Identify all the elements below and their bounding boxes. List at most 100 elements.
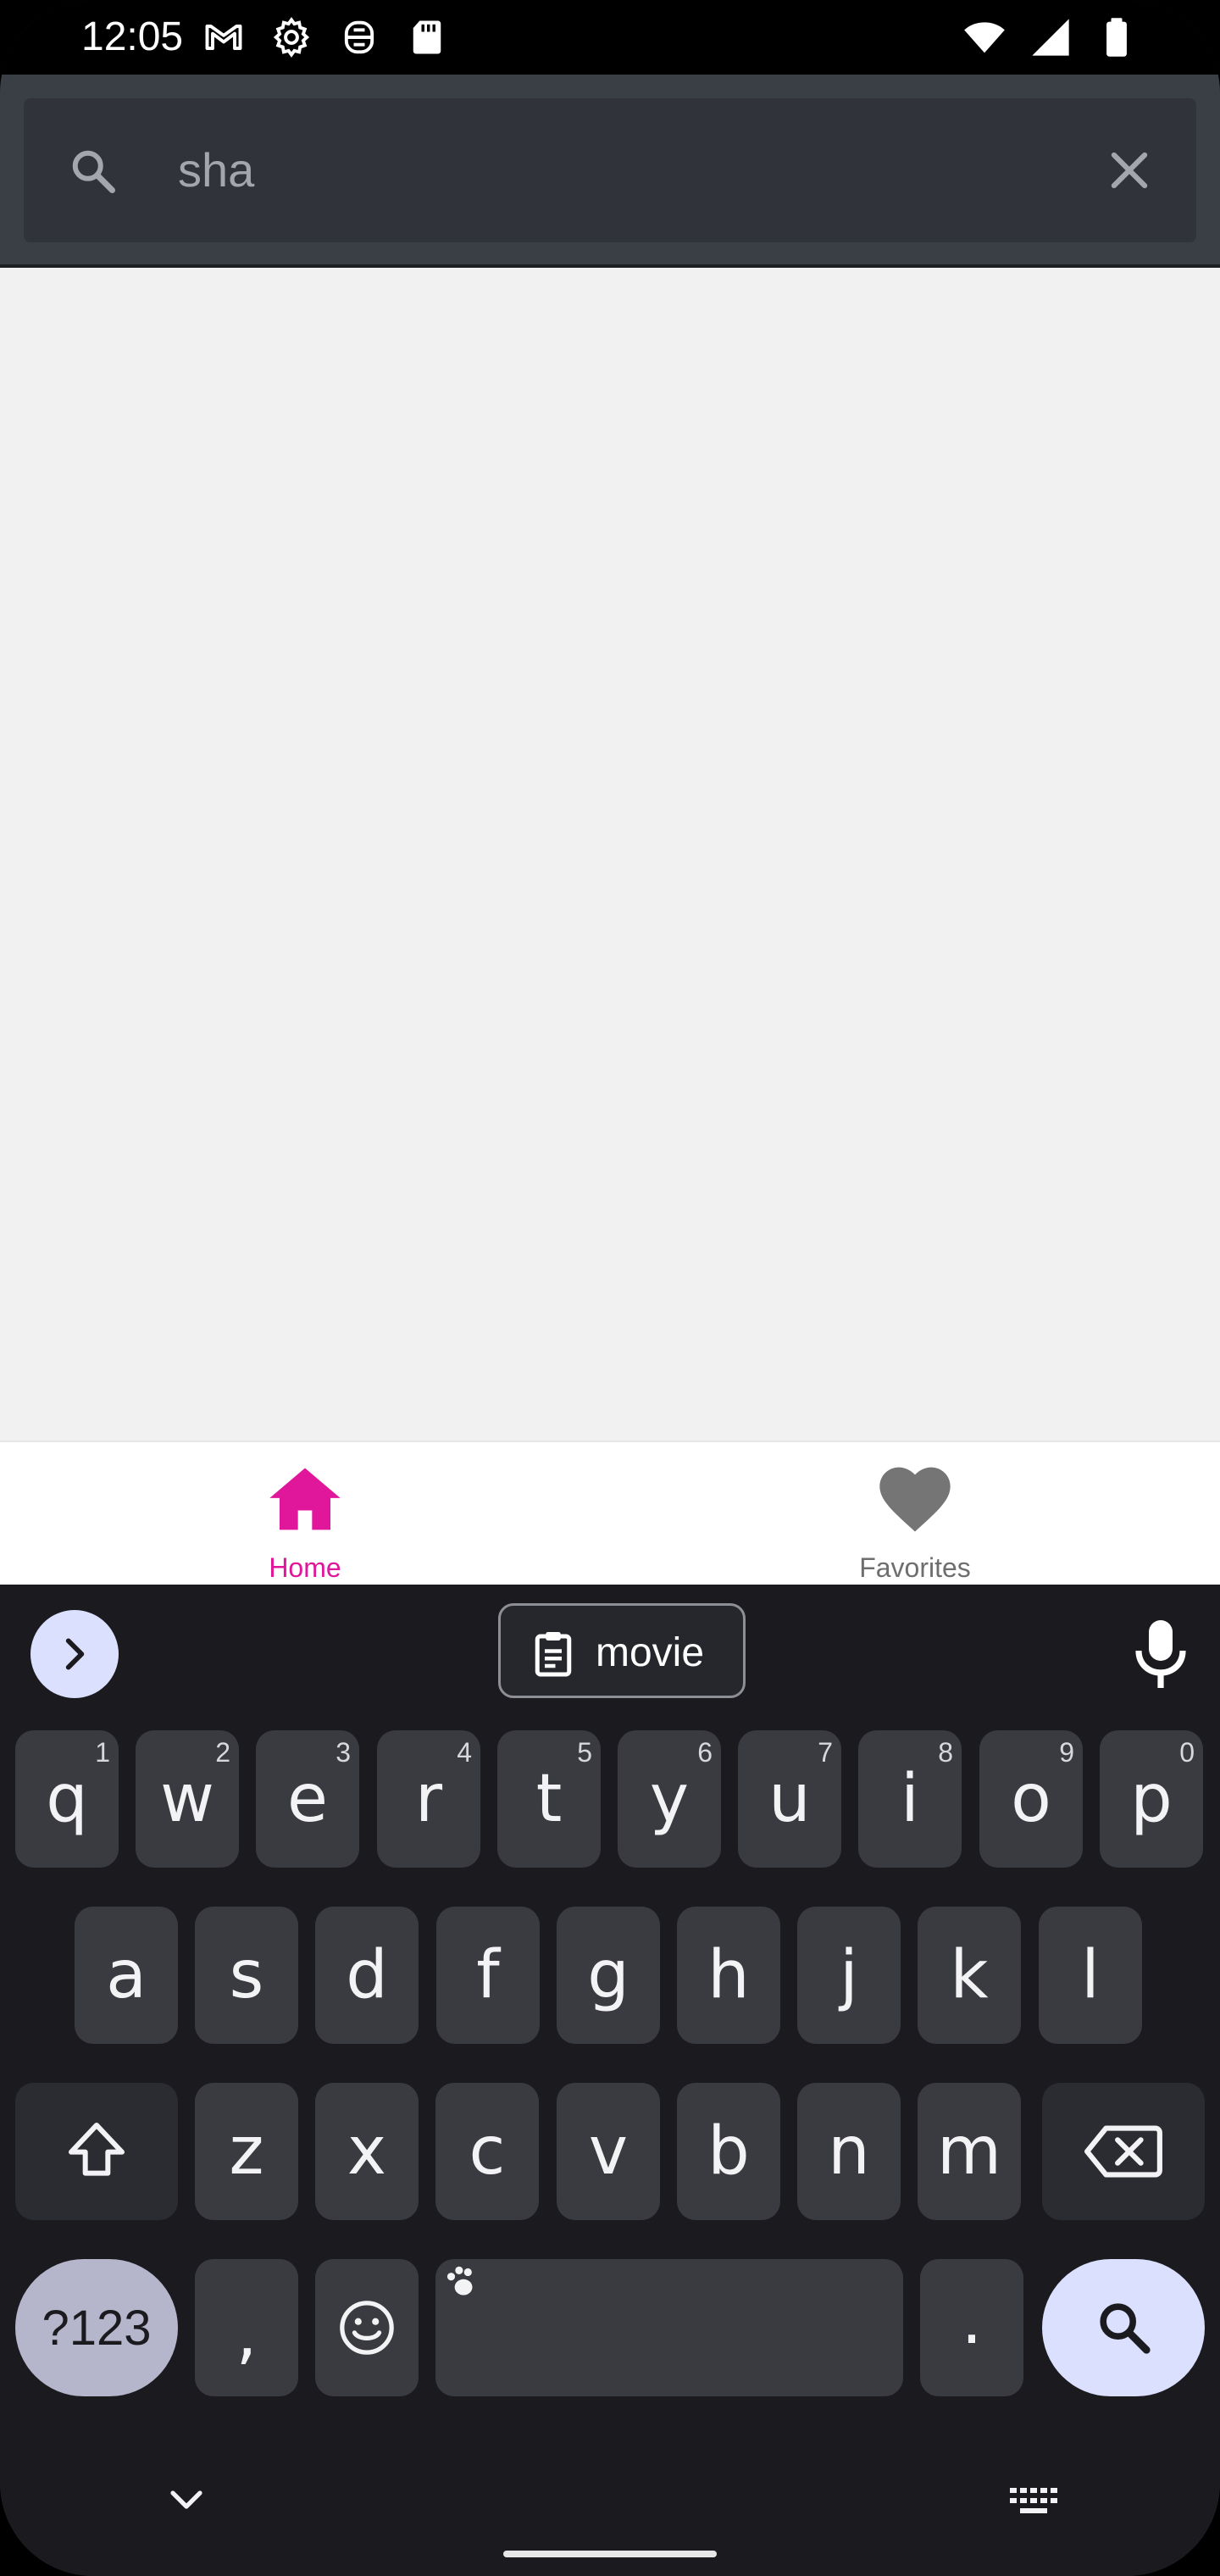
key-f[interactable]: f bbox=[436, 1907, 540, 2044]
key-j[interactable]: j bbox=[797, 1907, 901, 2044]
key-label: a bbox=[106, 1937, 147, 2013]
key-label: w bbox=[160, 1761, 214, 1837]
shift-arrow-icon bbox=[69, 2123, 125, 2176]
paw-icon bbox=[446, 2266, 473, 2296]
nav-label-home: Home bbox=[269, 1552, 341, 1583]
emoji-key[interactable] bbox=[315, 2259, 419, 2396]
key-label: c bbox=[469, 2113, 506, 2190]
key-k[interactable]: k bbox=[918, 1907, 1021, 2044]
comma-key-label: , bbox=[236, 2296, 258, 2373]
keyboard-search-key[interactable] bbox=[1042, 2259, 1205, 2396]
cellular-signal-icon bbox=[1032, 19, 1069, 56]
shift-key[interactable] bbox=[15, 2083, 178, 2220]
bottom-navigation: Home Favorites bbox=[0, 1441, 1220, 1585]
symbols-key[interactable]: ?123 bbox=[15, 2259, 178, 2396]
key-z[interactable]: z bbox=[195, 2083, 298, 2220]
search-icon bbox=[72, 150, 115, 193]
key-number-hint: 2 bbox=[215, 1737, 230, 1768]
key-label: v bbox=[588, 2113, 629, 2190]
key-label: d bbox=[346, 1937, 388, 2013]
key-label: h bbox=[707, 1937, 750, 2013]
key-o[interactable]: o9 bbox=[979, 1730, 1083, 1868]
key-p[interactable]: p0 bbox=[1100, 1730, 1203, 1868]
search-field[interactable]: sha bbox=[24, 98, 1196, 242]
key-label: z bbox=[229, 2113, 264, 2190]
heart-icon bbox=[879, 1467, 951, 1532]
search-input[interactable]: sha bbox=[178, 141, 254, 200]
key-label: n bbox=[828, 2113, 870, 2190]
space-key[interactable] bbox=[435, 2259, 903, 2396]
backspace-key[interactable] bbox=[1042, 2083, 1205, 2220]
key-t[interactable]: t5 bbox=[497, 1730, 601, 1868]
key-number-hint: 6 bbox=[697, 1737, 713, 1768]
key-q[interactable]: q1 bbox=[15, 1730, 119, 1868]
settings-gear-icon bbox=[273, 17, 310, 58]
hide-keyboard-chevron-icon[interactable] bbox=[166, 2486, 207, 2517]
key-number-hint: 3 bbox=[336, 1737, 351, 1768]
assistant-icon bbox=[344, 20, 374, 54]
key-m[interactable]: m bbox=[918, 2083, 1021, 2220]
key-label: l bbox=[1081, 1937, 1100, 2013]
key-c[interactable]: c bbox=[435, 2083, 539, 2220]
on-screen-keyboard: movie q1w2e3r4t5y6u7i8o9p0asdfghjklzxcvb… bbox=[0, 1585, 1220, 2576]
key-n[interactable]: n bbox=[797, 2083, 901, 2220]
keyboard-switcher-icon[interactable] bbox=[1006, 2484, 1061, 2518]
key-number-hint: 1 bbox=[95, 1737, 110, 1768]
key-label: t bbox=[535, 1761, 563, 1837]
key-number-hint: 4 bbox=[457, 1737, 472, 1768]
key-number-hint: 0 bbox=[1179, 1737, 1195, 1768]
results-list bbox=[0, 268, 1220, 1441]
nav-item-favorites[interactable]: Favorites bbox=[610, 1442, 1220, 1586]
backspace-icon bbox=[1084, 2125, 1162, 2178]
search-icon bbox=[1100, 2303, 1151, 2354]
key-label: o bbox=[1011, 1761, 1051, 1837]
key-i[interactable]: i8 bbox=[858, 1730, 962, 1868]
key-label: r bbox=[414, 1761, 443, 1837]
key-number-hint: 9 bbox=[1059, 1737, 1074, 1768]
key-label: s bbox=[229, 1937, 264, 2013]
keyboard-toolbar-expand-button[interactable] bbox=[30, 1610, 119, 1698]
key-d[interactable]: d bbox=[315, 1907, 419, 2044]
key-label: b bbox=[707, 2113, 750, 2190]
key-number-hint: 5 bbox=[577, 1737, 592, 1768]
key-l[interactable]: l bbox=[1039, 1907, 1142, 2044]
key-b[interactable]: b bbox=[677, 2083, 780, 2220]
home-icon bbox=[269, 1468, 341, 1530]
clipboard-suggestion-text: movie bbox=[596, 1630, 705, 1675]
key-w[interactable]: w2 bbox=[136, 1730, 239, 1868]
emoji-smile-icon bbox=[340, 2301, 394, 2355]
comma-key[interactable]: , bbox=[195, 2259, 298, 2396]
key-label: k bbox=[950, 1937, 989, 2013]
gesture-navigation-handle[interactable] bbox=[503, 2551, 717, 2557]
app-bar: sha bbox=[0, 75, 1220, 268]
nav-label-favorites: Favorites bbox=[859, 1552, 971, 1583]
status-bar: 12:05 bbox=[0, 0, 1220, 75]
key-label: u bbox=[768, 1761, 811, 1837]
key-u[interactable]: u7 bbox=[738, 1730, 841, 1868]
clipboard-icon bbox=[535, 1632, 572, 1677]
symbols-key-label: ?123 bbox=[42, 2301, 152, 2356]
key-x[interactable]: x bbox=[315, 2083, 419, 2220]
key-number-hint: 8 bbox=[938, 1737, 953, 1768]
chevron-right-icon bbox=[65, 1638, 85, 1670]
key-label: q bbox=[46, 1761, 88, 1837]
microphone-icon[interactable] bbox=[1134, 1618, 1188, 1690]
key-v[interactable]: v bbox=[557, 2083, 660, 2220]
key-a[interactable]: a bbox=[75, 1907, 178, 2044]
nav-item-home[interactable]: Home bbox=[0, 1442, 610, 1586]
period-key[interactable]: . bbox=[920, 2259, 1023, 2396]
period-key-label: . bbox=[961, 2283, 983, 2359]
key-y[interactable]: y6 bbox=[618, 1730, 721, 1868]
wifi-icon bbox=[964, 22, 1005, 53]
key-s[interactable]: s bbox=[195, 1907, 298, 2044]
key-label: p bbox=[1130, 1761, 1173, 1837]
gmail-icon bbox=[205, 25, 242, 50]
key-label: x bbox=[347, 2113, 387, 2190]
key-label: e bbox=[287, 1761, 328, 1837]
clipboard-suggestion-chip[interactable]: movie bbox=[498, 1603, 746, 1698]
key-e[interactable]: e3 bbox=[256, 1730, 359, 1868]
close-icon[interactable] bbox=[1103, 144, 1156, 197]
key-r[interactable]: r4 bbox=[377, 1730, 480, 1868]
key-g[interactable]: g bbox=[557, 1907, 660, 2044]
key-h[interactable]: h bbox=[677, 1907, 780, 2044]
